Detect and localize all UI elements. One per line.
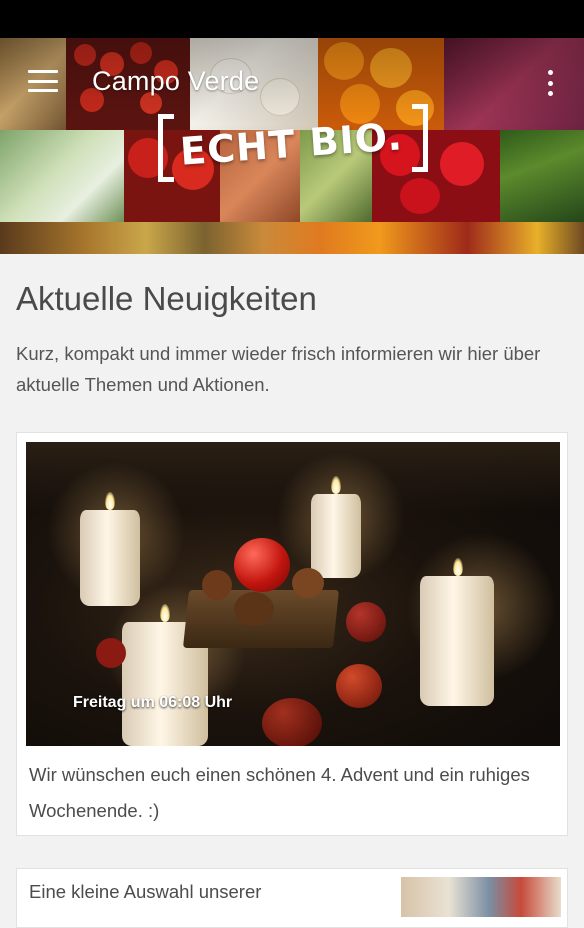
- post-thumbnail[interactable]: [401, 877, 561, 917]
- news-card[interactable]: Eine kleine Auswahl unserer: [16, 868, 568, 928]
- advent-candles-image[interactable]: Freitag um 06:08 Uhr: [26, 442, 560, 746]
- section-title: Aktuelle Neuigkeiten: [16, 280, 317, 317]
- menu-button[interactable]: [26, 66, 60, 96]
- post-timestamp: Freitag um 06:08 Uhr: [73, 694, 233, 711]
- section-intro: Kurz, kompakt und immer wieder frisch in…: [16, 343, 541, 395]
- hamburger-menu-icon: [28, 70, 58, 73]
- app-title: Campo Verde: [92, 66, 260, 96]
- header-banner: Campo Verde ECHT BIO.: [0, 38, 584, 254]
- echt-bio-logo: ECHT BIO.: [158, 104, 428, 184]
- logo-text: ECHT BIO.: [178, 114, 405, 174]
- overflow-menu-button[interactable]: [540, 68, 560, 98]
- more-vertical-icon: [547, 70, 553, 75]
- post-text: Wir wünschen euch einen schönen 4. Adven…: [29, 764, 530, 821]
- news-card[interactable]: Freitag um 06:08 Uhr Wir wünschen euch e…: [16, 432, 568, 836]
- status-bar: [0, 0, 584, 38]
